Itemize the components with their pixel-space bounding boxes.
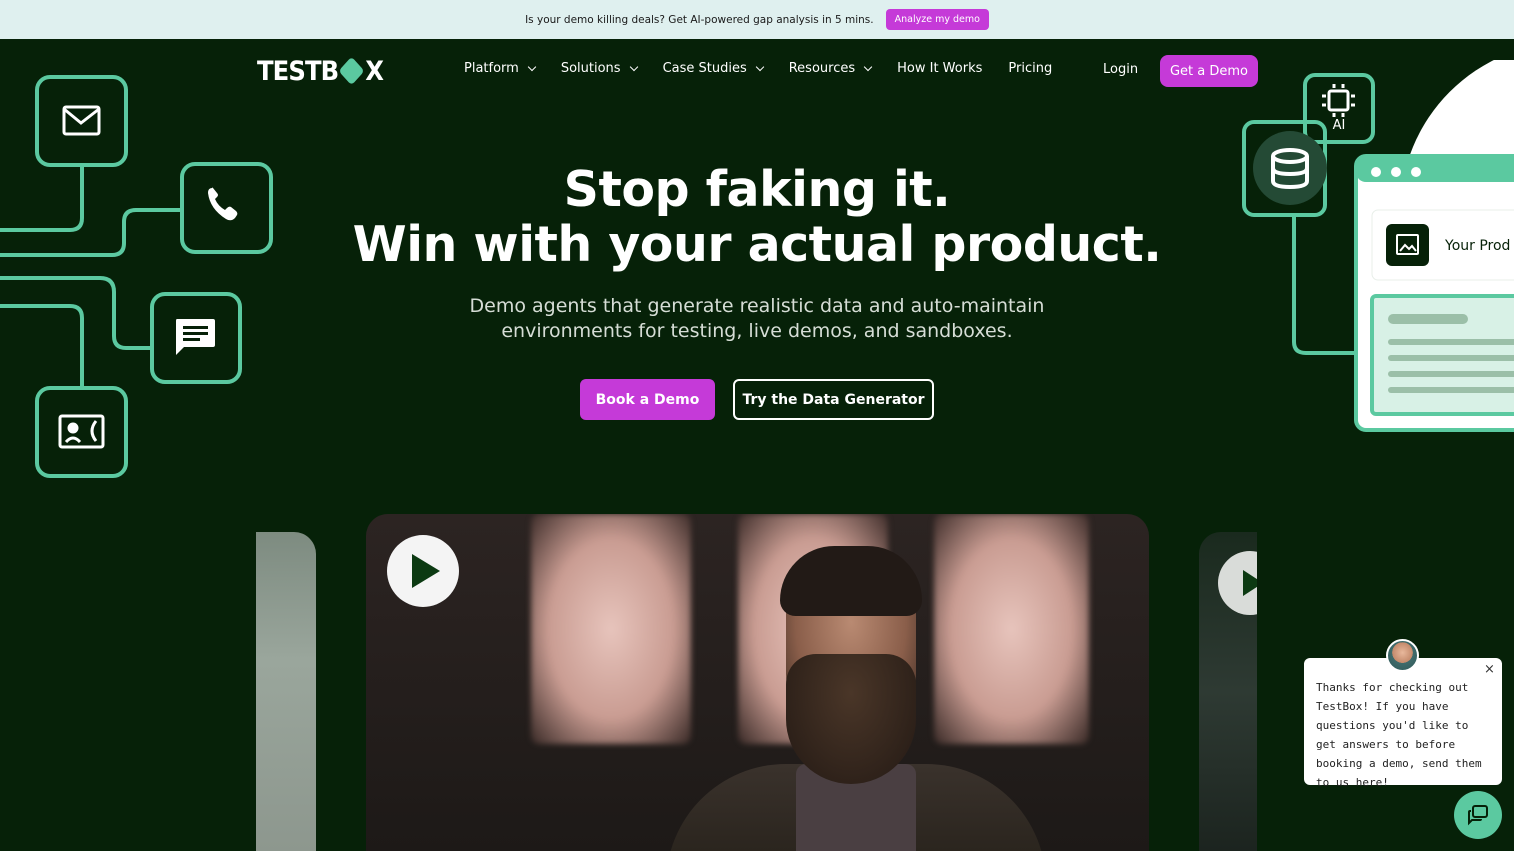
nav-label: Platform: [464, 61, 519, 76]
hero-title-line2: Win with your actual product.: [352, 216, 1162, 273]
chat-close-icon[interactable]: ×: [1484, 662, 1495, 677]
nav-label: Pricing: [1008, 61, 1053, 76]
video-card-main[interactable]: [366, 514, 1149, 851]
contact-tile: [35, 386, 128, 478]
announcement-text: Is your demo killing deals? Get AI-power…: [525, 13, 874, 26]
nav-label: Resources: [788, 61, 856, 76]
nav-label: How It Works: [897, 61, 983, 76]
chevron-down-icon: [629, 62, 638, 72]
chevron-down-icon: [755, 62, 764, 72]
chat-launcher-button[interactable]: [1454, 791, 1502, 839]
nav-label: Case Studies: [662, 61, 747, 76]
video-card-previous[interactable]: [256, 532, 316, 851]
nav-item-platform[interactable]: Platform: [464, 61, 537, 76]
chat-message-bubble[interactable]: Thanks for checking out TestBox! If you …: [1304, 658, 1502, 789]
hero-title-line1: Stop faking it.: [563, 161, 951, 218]
video-card-next[interactable]: [1199, 532, 1257, 851]
logo-text-end: X: [365, 55, 384, 87]
contact-card-icon: [58, 414, 105, 449]
nav-label: Solutions: [560, 61, 621, 76]
chevron-down-icon: [527, 62, 537, 72]
play-icon: [1243, 570, 1257, 596]
nav-item-how-it-works[interactable]: How It Works: [897, 61, 982, 76]
book-demo-button[interactable]: Book a Demo: [580, 379, 715, 420]
chat-bubbles-icon: [1468, 805, 1488, 826]
ai-label: AI: [1333, 118, 1346, 133]
mail-icon: [62, 105, 101, 136]
product-illustration: AI Your Prod: [1242, 60, 1514, 432]
announcement-bar: Is your demo killing deals? Get AI-power…: [0, 0, 1514, 39]
hero-subtitle-line2: environments for testing, live demos, an…: [501, 320, 1013, 342]
hero-subtitle: Demo agents that generate realistic data…: [0, 294, 1514, 344]
background-window: [531, 514, 691, 744]
chat-agent-avatar: [1386, 639, 1419, 672]
play-button-next[interactable]: [1218, 551, 1257, 615]
nav-item-solutions[interactable]: Solutions: [560, 61, 638, 76]
channels-illustration: [0, 75, 273, 478]
nav-item-pricing[interactable]: Pricing: [1008, 61, 1052, 76]
logo-cube-icon: [338, 56, 365, 86]
nav-item-case-studies[interactable]: Case Studies: [662, 61, 764, 76]
chip-icon: [1322, 84, 1355, 117]
hero-subtitle-line1: Demo agents that generate realistic data…: [469, 295, 1045, 317]
hero-title: Stop faking it. Win with your actual pro…: [0, 162, 1514, 272]
play-button[interactable]: [387, 535, 459, 607]
play-icon: [412, 554, 440, 588]
video-person-hair: [780, 546, 922, 616]
background-window: [934, 514, 1089, 744]
chevron-down-icon: [863, 62, 873, 72]
data-generator-button[interactable]: Try the Data Generator: [733, 379, 934, 420]
analyze-demo-button[interactable]: Analyze my demo: [885, 9, 989, 30]
login-link[interactable]: Login: [1103, 62, 1138, 77]
video-person-beard: [786, 654, 916, 784]
main-nav: Platform Solutions Case Studies Resource…: [464, 61, 1052, 76]
nav-item-resources[interactable]: Resources: [788, 61, 873, 76]
